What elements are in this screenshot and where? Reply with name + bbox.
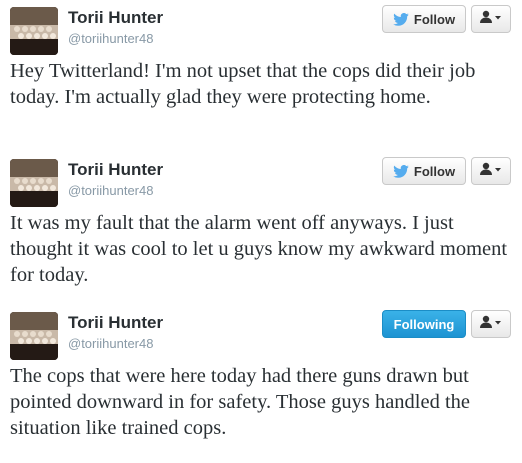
twitter-bird-icon: [393, 164, 409, 178]
twitter-bird-icon: [393, 12, 409, 26]
tweet-text: The cops that were here today had there …: [10, 365, 471, 439]
following-button-label: Following: [393, 316, 455, 332]
user-dropdown-icon: [480, 10, 502, 29]
follow-button[interactable]: Follow: [382, 157, 466, 185]
user-handle[interactable]: @toriihunter48: [68, 31, 153, 46]
user-name[interactable]: Torii Hunter: [68, 8, 163, 28]
user-handle[interactable]: @toriihunter48: [68, 183, 153, 198]
follow-button-label: Follow: [413, 163, 456, 179]
tweet-text: Hey Twitterland! I'm not upset that the …: [10, 60, 476, 108]
avatar[interactable]: [10, 312, 58, 360]
user-name[interactable]: Torii Hunter: [68, 313, 163, 333]
user-name[interactable]: Torii Hunter: [68, 160, 163, 180]
following-button[interactable]: Following: [382, 310, 466, 338]
tweet-text: It was my fault that the alarm went off …: [10, 212, 508, 286]
user-dropdown-button[interactable]: [471, 310, 511, 338]
follow-button-label: Follow: [413, 11, 456, 27]
user-handle[interactable]: @toriihunter48: [68, 336, 153, 351]
tweet-card: Torii Hunter @toriihunter48 Follow It wa…: [0, 152, 522, 305]
user-dropdown-icon: [480, 162, 502, 181]
follow-button[interactable]: Follow: [382, 5, 466, 33]
avatar[interactable]: [10, 7, 58, 55]
user-dropdown-button[interactable]: [471, 5, 511, 33]
tweet-card: Torii Hunter @toriihunter48 Follow Hey T…: [0, 0, 522, 152]
tweet-card: Torii Hunter @toriihunter48 Following Th…: [0, 305, 522, 463]
avatar[interactable]: [10, 159, 58, 207]
user-dropdown-button[interactable]: [471, 157, 511, 185]
user-dropdown-icon: [480, 315, 502, 334]
